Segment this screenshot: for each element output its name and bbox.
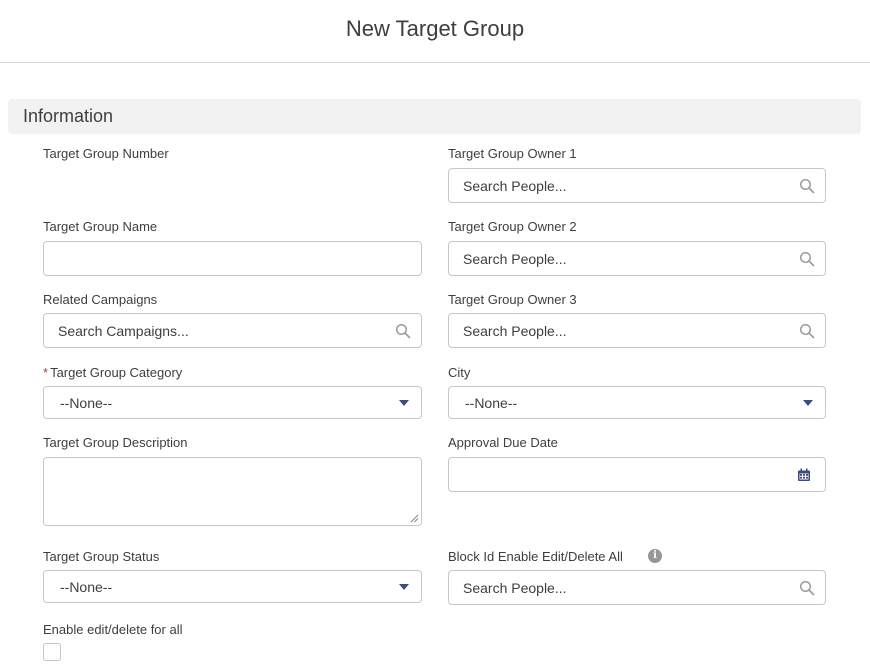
target-group-owner-3-label: Target Group Owner 3	[448, 292, 577, 307]
chevron-down-icon	[399, 584, 409, 590]
enable-edit-delete-label: Enable edit/delete for all	[43, 622, 183, 637]
resize-handle-icon[interactable]	[410, 514, 419, 523]
chevron-down-icon	[803, 400, 813, 406]
target-group-owner-3-search-input[interactable]: Search People...	[448, 313, 826, 348]
city-label: City	[448, 365, 471, 380]
target-group-owner-2-label: Target Group Owner 2	[448, 219, 577, 234]
target-group-owner-3-placeholder: Search People...	[463, 323, 567, 339]
target-group-name-label: Target Group Name	[43, 219, 158, 234]
target-group-owner-1-placeholder: Search People...	[463, 178, 567, 194]
target-group-description-label: Target Group Description	[43, 435, 188, 450]
enable-edit-delete-checkbox[interactable]	[43, 643, 61, 661]
target-group-category-value: --None--	[60, 395, 113, 411]
related-campaigns-placeholder: Search Campaigns...	[58, 323, 189, 339]
related-campaigns-label: Related Campaigns	[43, 292, 158, 307]
target-group-owner-2-placeholder: Search People...	[463, 251, 567, 267]
search-icon	[395, 323, 411, 339]
chevron-down-icon	[399, 400, 409, 406]
target-group-owner-1-label: Target Group Owner 1	[448, 146, 577, 161]
target-group-number-label: Target Group Number	[43, 146, 169, 161]
block-id-placeholder: Search People...	[463, 580, 567, 596]
target-group-owner-1-search-input[interactable]: Search People...	[448, 168, 826, 203]
required-mark: *	[43, 365, 49, 380]
section-title: Information	[23, 106, 114, 126]
search-icon	[799, 178, 815, 194]
target-group-category-label-text: Target Group Category	[50, 365, 183, 380]
city-value: --None--	[465, 395, 518, 411]
target-group-description-textarea[interactable]	[43, 457, 422, 526]
target-group-owner-2-search-input[interactable]: Search People...	[448, 241, 826, 276]
related-campaigns-search-input[interactable]: Search Campaigns...	[43, 313, 422, 348]
block-id-enable-edit-delete-all-label: Block Id Enable Edit/Delete All	[448, 549, 623, 564]
target-group-category-select[interactable]: --None--	[43, 386, 422, 419]
search-icon	[799, 580, 815, 596]
approval-due-date-input[interactable]	[448, 457, 826, 492]
block-id-search-input[interactable]: Search People...	[448, 570, 826, 605]
target-group-name-input[interactable]	[43, 241, 422, 276]
city-select[interactable]: --None--	[448, 386, 826, 419]
info-icon[interactable]: i	[648, 549, 662, 563]
target-group-category-label: * Target Group Category	[43, 365, 182, 380]
search-icon	[799, 323, 815, 339]
search-icon	[799, 251, 815, 267]
calendar-icon[interactable]	[797, 468, 811, 482]
modal-header: New Target Group	[0, 0, 870, 63]
approval-due-date-label: Approval Due Date	[448, 435, 558, 450]
modal-title: New Target Group	[345, 16, 525, 41]
target-group-status-select[interactable]: --None--	[43, 570, 422, 603]
target-group-status-label: Target Group Status	[43, 549, 160, 564]
section-header-information[interactable]: Information	[8, 99, 861, 134]
target-group-status-value: --None--	[60, 579, 113, 595]
